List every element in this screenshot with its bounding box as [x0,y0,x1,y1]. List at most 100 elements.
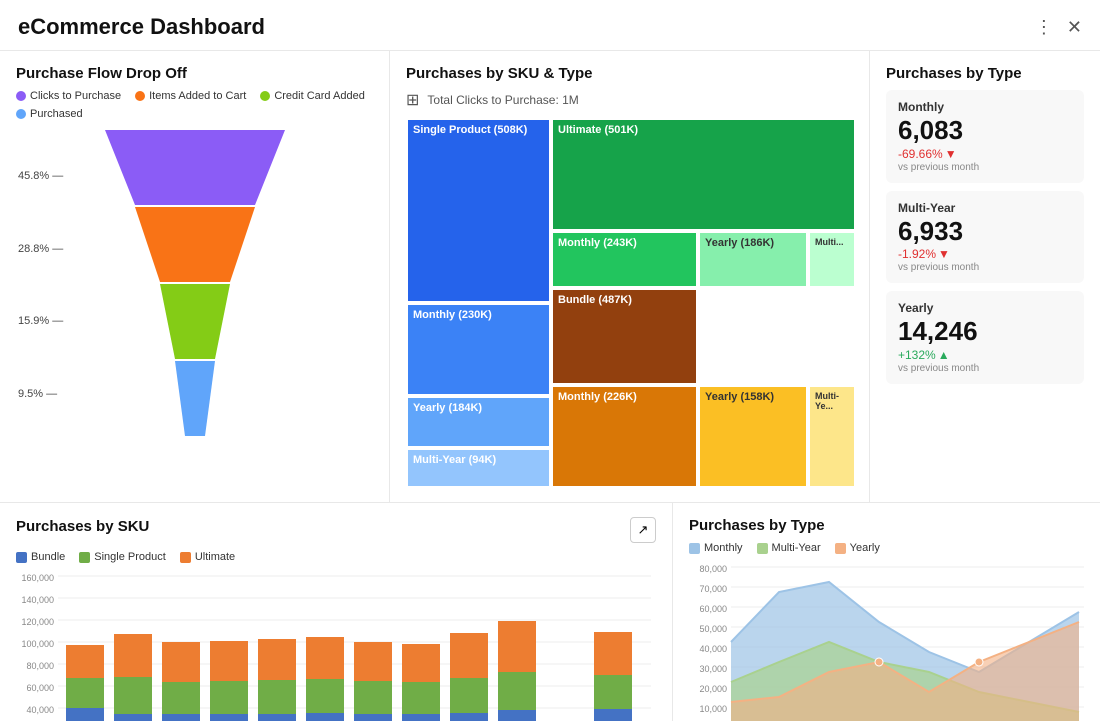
treemap-container: Single Product (508K) Monthly (230K) Yea… [406,118,856,488]
legend-sq-yearly [835,543,846,554]
dashboard: eCommerce Dashboard ⋮ ✕ Purchase Flow Dr… [0,0,1100,721]
legend-dot-purchased [16,109,26,119]
cell-ultimate-multi[interactable]: Multi... [808,231,856,288]
export-button[interactable]: ↗ [630,517,656,543]
bottom-row: Purchases by SKU ↗ Bundle Single Product… [0,503,1100,721]
legend-bundle: Bundle [16,551,65,563]
funnel-label-3: 9.5% — [18,388,63,400]
title-bar: eCommerce Dashboard ⋮ ✕ [0,0,1100,51]
table-icon: ⊞ [406,90,419,110]
area-chart-svg: 80,000 70,000 60,000 50,000 40,000 30,00… [689,562,1089,721]
funnel-label-0: 45.8% — [18,170,63,182]
type-chart-title: Purchases by Type [689,517,1089,534]
svg-text:40,000: 40,000 [26,705,54,715]
svg-text:80,000: 80,000 [699,564,727,574]
svg-text:30,000: 30,000 [699,664,727,674]
title-bar-actions: ⋮ ✕ [1035,17,1082,38]
legend-dot-items [135,91,145,101]
legend-sq-monthly [689,543,700,554]
svg-text:140,000: 140,000 [21,595,54,605]
legend-monthly-chart: Monthly [689,542,743,554]
cell-ultimate-monthly[interactable]: Monthly (243K) [551,231,698,288]
svg-text:60,000: 60,000 [699,604,727,614]
legend-ultimate: Ultimate [180,551,235,563]
cell-ultimate-yearly[interactable]: Yearly (186K) [698,231,808,288]
ptype-multiyear-value: 6,933 [898,217,1072,246]
bar-chart-svg: 160,000 140,000 120,000 100,000 80,000 6… [16,571,656,721]
legend-single: Single Product [79,551,166,563]
purchases-type-title: Purchases by Type [886,65,1084,82]
ptype-multiyear-sub: vs previous month [898,262,1072,273]
svg-text:40,000: 40,000 [699,644,727,654]
legend-dot-credit [260,91,270,101]
cell-bundle[interactable]: Bundle (487K) [551,288,698,385]
ptype-monthly-row: Monthly 6,083 -69.66% ▼ vs previous mont… [886,90,1084,183]
legend-label-items: Items Added to Cart [149,90,246,102]
cell-single-product[interactable]: Single Product (508K) [406,118,551,303]
page-title: eCommerce Dashboard [18,14,265,40]
legend-yearly-chart: Yearly [835,542,880,554]
purchases-type-chart-panel: Purchases by Type Monthly Multi-Year Yea… [673,503,1100,721]
cell-single-yearly[interactable]: Yearly (184K) [406,396,551,448]
psku-header: ⊞ Total Clicks to Purchase: 1M [406,90,853,110]
legend-label-ultimate: Ultimate [195,551,235,563]
svg-text:70,000: 70,000 [699,584,727,594]
svg-text:10,000: 10,000 [699,704,727,714]
legend-label-multiyear-chart: Multi-Year [772,542,821,554]
sku-bar-title: Purchases by SKU [16,518,149,535]
cell-single-multiyear[interactable]: Multi-Year (94K) [406,448,551,488]
legend-sq-ultimate [180,552,191,563]
more-icon[interactable]: ⋮ [1035,17,1053,38]
area-chart-area: 80,000 70,000 60,000 50,000 40,000 30,00… [689,562,1089,721]
svg-text:80,000: 80,000 [26,661,54,671]
ptype-monthly-label: Monthly [898,100,1072,114]
funnel-container: 45.8% — 28.8% — 15.9% — 9.5% — [16,130,373,440]
purchases-sku-title: Purchases by SKU & Type [406,65,853,82]
funnel-label-2: 15.9% — [18,315,63,327]
sku-bar-header: Purchases by SKU ↗ [16,517,656,543]
legend-clicks: Clicks to Purchase [16,90,121,102]
legend-label-monthly-chart: Monthly [704,542,743,554]
svg-text:20,000: 20,000 [699,684,727,694]
svg-text:120,000: 120,000 [21,617,54,627]
close-icon[interactable]: ✕ [1067,17,1082,38]
funnel-labels: 45.8% — 28.8% — 15.9% — 9.5% — [18,130,63,440]
purchases-sku-panel: Purchases by SKU & Type ⊞ Total Clicks t… [390,51,870,502]
ptype-yearly-value: 14,246 [898,317,1072,346]
legend-items: Items Added to Cart [135,90,246,102]
type-chart-legend: Monthly Multi-Year Yearly [689,542,1089,554]
ptype-yearly-label: Yearly [898,301,1072,315]
legend-label-yearly-chart: Yearly [850,542,880,554]
legend-label-purchased: Purchased [30,108,83,120]
legend-sq-multiyear [757,543,768,554]
purchase-flow-title: Purchase Flow Drop Off [16,65,373,82]
ptype-yearly-sub: vs previous month [898,363,1072,374]
funnel-label-1: 28.8% — [18,243,63,255]
cell-single-monthly[interactable]: Monthly (230K) [406,303,551,396]
bar-chart-area: 160,000 140,000 120,000 100,000 80,000 6… [16,571,656,721]
cell-bundle-yearly[interactable]: Yearly (158K) [698,385,808,488]
legend-label-single: Single Product [94,551,166,563]
legend-dot-clicks [16,91,26,101]
legend-credit: Credit Card Added [260,90,365,102]
ptype-multiyear-row: Multi-Year 6,933 -1.92% ▼ vs previous mo… [886,191,1084,284]
legend-label-clicks: Clicks to Purchase [30,90,121,102]
cell-bundle-monthly[interactable]: Monthly (226K) [551,385,698,488]
svg-text:60,000: 60,000 [26,683,54,693]
ptype-multiyear-change: -1.92% ▼ [898,247,1072,261]
ptype-monthly-change: -69.66% ▼ [898,147,1072,161]
legend-label-bundle: Bundle [31,551,65,563]
legend-multiyear-chart: Multi-Year [757,542,821,554]
ptype-yearly-change: +132% ▲ [898,348,1072,362]
ptype-yearly-row: Yearly 14,246 +132% ▲ vs previous month [886,291,1084,384]
legend-purchased: Purchased [16,108,83,120]
cell-ultimate[interactable]: Ultimate (501K) [551,118,856,231]
svg-text:160,000: 160,000 [21,573,54,583]
cell-bundle-multi[interactable]: Multi-Ye... [808,385,856,488]
svg-text:100,000: 100,000 [21,639,54,649]
legend-sq-single [79,552,90,563]
purchases-type-panel: Purchases by Type Monthly 6,083 -69.66% … [870,51,1100,502]
legend-label-credit: Credit Card Added [274,90,365,102]
ptype-monthly-value: 6,083 [898,116,1072,145]
ptype-monthly-sub: vs previous month [898,162,1072,173]
